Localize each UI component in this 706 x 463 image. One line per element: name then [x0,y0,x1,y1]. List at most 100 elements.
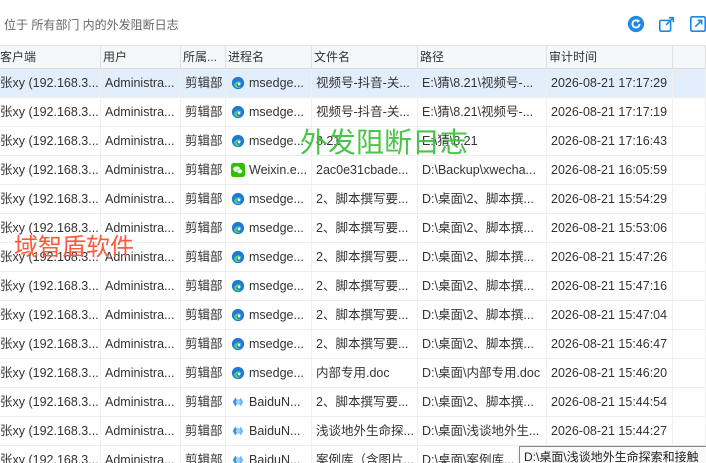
path-cell: D:\桌面\2、脚本撰... [418,301,547,329]
department-cell: 剪辑部 [181,272,226,300]
process-cell: BaiduN... [226,417,312,445]
extra-cell [673,243,706,271]
department-cell: 剪辑部 [181,156,226,184]
table-row[interactable]: 张xy (192.168.3... Administra... 剪辑部 msedge.… [0,330,706,359]
audit-time-cell: 2026-08-21 15:46:20 [547,359,673,387]
path-cell: D:\桌面\2、脚本撰... [418,272,547,300]
baidu-icon [231,395,245,409]
audit-time-cell: 2026-08-21 17:16:43 [547,127,673,155]
table-body: 张xy (192.168.3... Administra... 剪辑部 msedge.… [0,69,706,463]
table-row[interactable]: 张xy (192.168.3... Administra... 剪辑部 BaiduN.… [0,417,706,446]
process-cell: msedge... [226,301,312,329]
filename-cell: 案例库（含图片... [312,446,418,463]
client-cell: 张xy (192.168.3... [0,301,101,329]
extra-cell [673,359,706,387]
audit-time-cell: 2026-08-21 15:47:16 [547,272,673,300]
column-header-user[interactable]: 用户 [101,46,181,69]
column-header-audit-time[interactable]: 审计时间 [547,46,673,69]
user-cell: Administra... [101,127,181,155]
table-row[interactable]: 张xy (192.168.3... Administra... 剪辑部 BaiduN.… [0,388,706,417]
export-icon[interactable] [657,14,677,34]
audit-time-cell: 2026-08-21 15:44:54 [547,388,673,416]
table-row[interactable]: 张xy (192.168.3... Administra... 剪辑部 msedge.… [0,272,706,301]
filename-cell: 2、脚本撰写要... [312,388,418,416]
edge-icon [231,134,245,148]
process-name: Weixin.e... [249,163,308,177]
process-cell: msedge... [226,359,312,387]
table-row[interactable]: 张xy (192.168.3... Administra... 剪辑部 msedge.… [0,185,706,214]
wechat-icon [231,163,245,177]
filename-cell: 2ac0e31cbade... [312,156,418,184]
extra-cell [673,127,706,155]
user-cell: Administra... [101,214,181,242]
table-row[interactable]: 张xy (192.168.3... Administra... 剪辑部 msedge.… [0,243,706,272]
user-cell: Administra... [101,446,181,463]
column-header-filename[interactable]: 文件名 [312,46,418,69]
edge-icon [231,192,245,206]
path-cell: D:\Backup\xwecha... [418,156,547,184]
process-name: msedge... [249,105,304,119]
column-header-client[interactable]: 客户端 [0,46,101,69]
user-cell: Administra... [101,301,181,329]
extra-cell [673,98,706,126]
breadcrumb: 位于 所有部门 内的外发阻断日志 [4,18,179,32]
column-header-department[interactable]: 所属... [181,46,226,69]
filename-cell: 视频号-抖音-关... [312,98,418,126]
table-row[interactable]: 张xy (192.168.3... Administra... 剪辑部 msedge.… [0,301,706,330]
process-name: BaiduN... [249,395,301,409]
process-name: msedge... [249,308,304,322]
baidu-icon [231,453,245,463]
column-header-process[interactable]: 进程名 [226,46,312,69]
audit-time-cell: 2026-08-21 15:47:26 [547,243,673,271]
extra-cell [673,417,706,445]
process-name: BaiduN... [249,453,301,463]
department-cell: 剪辑部 [181,446,226,463]
popout-icon[interactable] [688,14,706,34]
path-cell: D:\桌面\2、脚本撰... [418,388,547,416]
path-cell: D:\桌面\2、脚本撰... [418,214,547,242]
user-cell: Administra... [101,98,181,126]
extra-cell [673,214,706,242]
toolbar: 位于 所有部门 内的外发阻断日志 [0,0,706,46]
client-cell: 张xy (192.168.3... [0,185,101,213]
filename-cell: 8.21 [312,127,418,155]
client-cell: 张xy (192.168.3... [0,127,101,155]
column-header-path[interactable]: 路径 [418,46,547,69]
refresh-icon[interactable] [626,14,646,34]
department-cell: 剪辑部 [181,127,226,155]
edge-icon [231,366,245,380]
process-cell: BaiduN... [226,388,312,416]
process-name: BaiduN... [249,424,301,438]
process-name: msedge... [249,250,304,264]
audit-time-cell: 2026-08-21 17:17:19 [547,98,673,126]
department-cell: 剪辑部 [181,243,226,271]
department-cell: 剪辑部 [181,359,226,387]
user-cell: Administra... [101,69,181,97]
table-row[interactable]: 张xy (192.168.3... Administra... 剪辑部 msedge.… [0,98,706,127]
table-row[interactable]: 张xy (192.168.3... Administra... 剪辑部 msedge.… [0,69,706,98]
client-cell: 张xy (192.168.3... [0,156,101,184]
department-cell: 剪辑部 [181,301,226,329]
filename-cell: 2、脚本撰写要... [312,185,418,213]
process-cell: msedge... [226,243,312,271]
table-row[interactable]: 张xy (192.168.3... Administra... 剪辑部 msedge.… [0,127,706,156]
department-cell: 剪辑部 [181,214,226,242]
path-cell: D:\桌面\2、脚本撰... [418,185,547,213]
table-row[interactable]: 张xy (192.168.3... Administra... 剪辑部 msedge.… [0,214,706,243]
extra-cell [673,388,706,416]
path-cell: D:\桌面\2、脚本撰... [418,243,547,271]
process-cell: msedge... [226,127,312,155]
process-cell: msedge... [226,214,312,242]
audit-time-cell: 2026-08-21 15:47:04 [547,301,673,329]
table-row[interactable]: 张xy (192.168.3... Administra... 剪辑部 msedge.… [0,359,706,388]
table-row[interactable]: 张xy (192.168.3... Administra... 剪辑部 Weixin.… [0,156,706,185]
edge-icon [231,279,245,293]
user-cell: Administra... [101,417,181,445]
audit-time-cell: 2026-08-21 16:05:59 [547,156,673,184]
column-header-extra[interactable] [673,46,706,69]
client-cell: 张xy (192.168.3... [0,98,101,126]
client-cell: 张xy (192.168.3... [0,330,101,358]
filename-cell: 2、脚本撰写要... [312,330,418,358]
process-name: msedge... [249,221,304,235]
department-cell: 剪辑部 [181,69,226,97]
